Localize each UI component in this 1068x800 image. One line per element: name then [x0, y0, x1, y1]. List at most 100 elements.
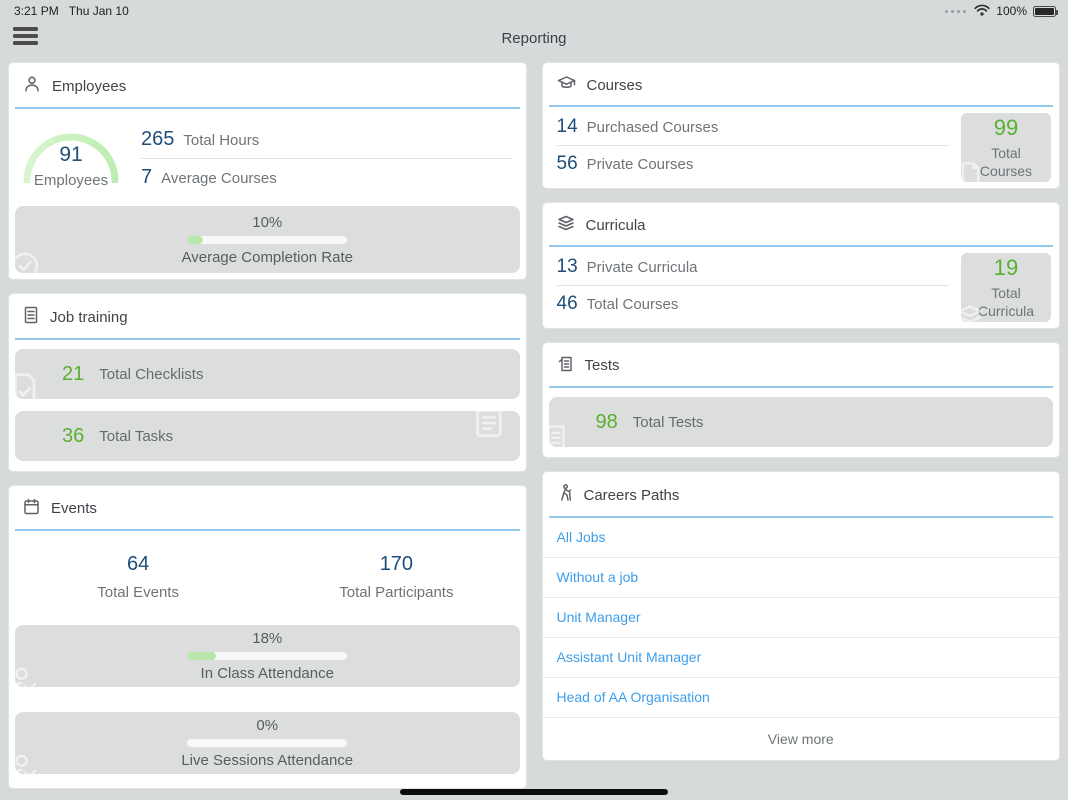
card-title: Employees — [52, 78, 126, 95]
person-check-watermark-icon — [15, 752, 39, 774]
employees-card: Employees 91 Employees — [8, 62, 527, 280]
courses-card-header: Courses — [543, 63, 1060, 105]
stat-value: 46 — [557, 293, 578, 315]
career-link-head-of-aa-organisation[interactable]: Head of AA Organisation — [543, 678, 1060, 718]
stat-label: Private Curricula — [587, 259, 698, 276]
employees-body: 91 Employees 265 Total Hours 7 Average C… — [9, 109, 526, 200]
row-value: 36 — [62, 425, 84, 448]
status-time: 3:21 PM — [14, 4, 59, 18]
attendance-label: Live Sessions Attendance — [181, 752, 353, 769]
completion-label: Average Completion Rate — [182, 249, 354, 266]
attendance-percent: 0% — [256, 717, 278, 734]
stat-label: Total Events — [9, 584, 267, 601]
row-label: Total Tests — [633, 414, 704, 431]
total-tasks-row: 36 Total Tasks — [15, 411, 520, 461]
careers-paths-card: Careers Paths All Jobs Without a job Uni… — [542, 471, 1061, 761]
right-column: Courses 14 Purchased Courses 56 Private … — [542, 62, 1061, 789]
battery-percent: 100% — [996, 4, 1027, 18]
employees-stats: 265 Total Hours 7 Average Courses — [141, 117, 512, 196]
employees-count: 91 — [19, 143, 123, 167]
tile-value: 19 — [994, 255, 1018, 281]
status-date: Thu Jan 10 — [69, 4, 129, 18]
attendance-progress-bar — [187, 739, 347, 747]
tests-card: Tests 98 Total Tests — [542, 342, 1061, 458]
row-label: Total Checklists — [99, 366, 203, 383]
card-title: Careers Paths — [584, 487, 680, 504]
row-value: 21 — [62, 363, 84, 386]
checklist-icon — [23, 306, 39, 328]
curricula-card: Curricula 13 Private Curricula 46 Total … — [542, 202, 1061, 329]
graduation-cap-icon — [557, 75, 576, 95]
employees-card-header: Employees — [9, 63, 526, 107]
live-sessions-attendance-panel: 0% Live Sessions Attendance — [15, 712, 520, 774]
card-title: Curricula — [586, 217, 646, 234]
person-check-watermark-icon — [15, 665, 39, 687]
total-courses-tile: 99 Total Courses — [961, 113, 1051, 182]
stat-value: 265 — [141, 128, 174, 151]
test-sheet-icon — [557, 355, 574, 376]
career-link-all-jobs[interactable]: All Jobs — [543, 518, 1060, 558]
courses-card: Courses 14 Purchased Courses 56 Private … — [542, 62, 1061, 189]
home-indicator[interactable] — [400, 789, 668, 795]
curricula-card-header: Curricula — [543, 203, 1060, 245]
stat-total-participants: 170 Total Participants — [267, 553, 525, 601]
stat-value: 64 — [9, 553, 267, 576]
check-circle-watermark-icon — [15, 250, 41, 273]
careers-paths-card-header: Careers Paths — [543, 472, 1060, 516]
status-bar: 3:21 PM Thu Jan 10 100% — [0, 0, 1068, 20]
courses-body: 14 Purchased Courses 56 Private Courses … — [543, 107, 1060, 188]
employees-gauge: 91 Employees — [19, 117, 123, 189]
layers-icon — [557, 215, 575, 235]
stat-private-courses: 56 Private Courses — [557, 146, 950, 182]
completion-rate-panel: 10% Average Completion Rate — [15, 206, 520, 273]
card-title: Job training — [50, 309, 128, 326]
stat-label: Total Courses — [587, 296, 679, 313]
job-training-card-header: Job training — [9, 294, 526, 338]
events-card-header: Events — [9, 486, 526, 529]
view-more-button[interactable]: View more — [543, 718, 1060, 760]
job-training-card: Job training 21 Total Checklists 36 Tota… — [8, 293, 527, 472]
wifi-icon — [974, 4, 990, 19]
walking-person-icon — [557, 484, 573, 506]
left-column: Employees 91 Employees — [8, 62, 527, 789]
stat-private-curricula: 13 Private Curricula — [557, 249, 950, 285]
dashboard-content: Employees 91 Employees — [0, 56, 1068, 789]
card-title: Courses — [587, 77, 643, 94]
stat-label: Total Hours — [183, 132, 259, 149]
stat-label: Private Courses — [587, 156, 694, 173]
courses-stats: 14 Purchased Courses 56 Private Courses — [543, 107, 962, 188]
completion-percent: 10% — [252, 214, 282, 231]
total-curricula-tile: 19 Total Curricula — [961, 253, 1051, 322]
stat-value: 170 — [267, 553, 525, 576]
tile-label: Total Curricula — [961, 285, 1051, 320]
tile-value: 99 — [994, 115, 1018, 141]
tests-card-header: Tests — [543, 343, 1060, 386]
stat-value: 13 — [557, 256, 578, 278]
stat-total-courses: 46 Total Courses — [557, 286, 950, 322]
stat-total-hours: 265 Total Hours — [141, 121, 512, 158]
attendance-label: In Class Attendance — [201, 665, 334, 682]
page-title: Reporting — [0, 30, 1068, 47]
nav-bar: Reporting — [0, 20, 1068, 56]
stat-value: 14 — [557, 116, 578, 138]
events-card: Events 64 Total Events 170 Total Partici… — [8, 485, 527, 789]
curricula-stats: 13 Private Curricula 46 Total Courses — [543, 247, 962, 328]
career-link-without-a-job[interactable]: Without a job — [543, 558, 1060, 598]
career-link-assistant-unit-manager[interactable]: Assistant Unit Manager — [543, 638, 1060, 678]
in-class-attendance-panel: 18% In Class Attendance — [15, 625, 520, 687]
calendar-icon — [23, 498, 40, 519]
attendance-progress-fill — [187, 652, 216, 660]
attendance-progress-bar — [187, 652, 347, 660]
card-title: Tests — [585, 357, 620, 374]
curricula-body: 13 Private Curricula 46 Total Courses 19… — [543, 247, 1060, 328]
events-stats: 64 Total Events 170 Total Participants — [9, 531, 526, 619]
stat-total-events: 64 Total Events — [9, 553, 267, 601]
tile-label: Total Courses — [961, 145, 1051, 180]
card-title: Events — [51, 500, 97, 517]
career-link-unit-manager[interactable]: Unit Manager — [543, 598, 1060, 638]
row-value: 98 — [596, 411, 618, 434]
stat-label: Purchased Courses — [587, 119, 719, 136]
stat-value: 56 — [557, 153, 578, 175]
battery-icon — [1033, 6, 1056, 17]
stat-average-courses: 7 Average Courses — [141, 159, 512, 196]
